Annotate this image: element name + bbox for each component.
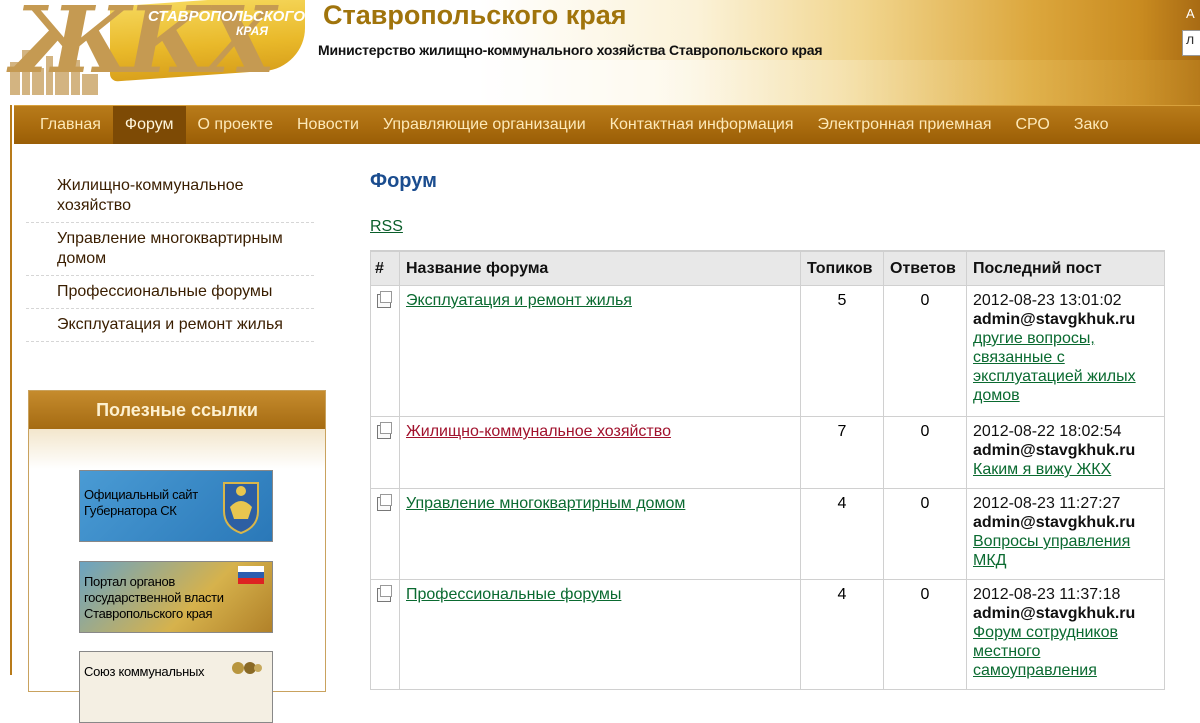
- forum-page-icon: [377, 585, 392, 602]
- last-post-topic-link[interactable]: Форум сотрудников местного самоуправлени…: [973, 623, 1158, 680]
- table-header-row: # Название форума Топиков Ответов Послед…: [370, 250, 1165, 286]
- site-header: ЖКХ СТАВРОПОЛЬСКОГО КРАЯ Ставропольского…: [0, 0, 1200, 105]
- forum-link[interactable]: Профессиональные форумы: [406, 586, 621, 603]
- last-post-author: admin@stavgkhuk.ru: [973, 514, 1136, 531]
- column-header-number: #: [370, 250, 400, 286]
- nav-item-sro[interactable]: СРО: [1004, 106, 1062, 144]
- banner-label: Официальный сайт Губернатора СК: [84, 487, 198, 518]
- last-post-cell: 2012-08-22 18:02:54 admin@stavgkhuk.ru К…: [966, 416, 1165, 489]
- forum-link[interactable]: Жилищно-коммунальное хозяйство: [406, 423, 671, 440]
- nav-item-e-reception[interactable]: Электронная приемная: [806, 106, 1004, 144]
- forum-name-cell: Управление многоквартирным домом: [399, 488, 801, 580]
- last-post-author: admin@stavgkhuk.ru: [973, 442, 1136, 459]
- column-header-topics: Топиков: [800, 250, 884, 286]
- communal-union-banner[interactable]: Союз коммунальных: [79, 651, 273, 723]
- nav-item-contacts[interactable]: Контактная информация: [598, 106, 806, 144]
- last-post-date: 2012-08-22 18:02:54: [973, 423, 1122, 440]
- main-nav: Главная Форум О проекте Новости Управляю…: [14, 105, 1200, 144]
- table-row: Управление многоквартирным домом 4 0 201…: [370, 488, 1165, 580]
- last-post-author: admin@stavgkhuk.ru: [973, 311, 1136, 328]
- union-logo-icon: [232, 662, 262, 674]
- page-title: Форум: [370, 170, 437, 192]
- site-subtitle: Министерство жилищно-коммунального хозяй…: [318, 42, 823, 58]
- corner-label: А: [1186, 6, 1195, 21]
- useful-links-box: Полезные ссылки Официальный сайт Губерна…: [28, 390, 326, 723]
- topics-count: 4: [800, 488, 884, 580]
- sidebar-item-professional-forums[interactable]: Профессиональные форумы: [26, 276, 314, 309]
- forum-link[interactable]: Управление многоквартирным домом: [406, 495, 685, 512]
- nav-item-management-companies[interactable]: Управляющие организации: [371, 106, 598, 144]
- useful-links-title: Полезные ссылки: [29, 391, 325, 429]
- column-header-forum-name: Название форума: [399, 250, 801, 286]
- last-post-topic-link[interactable]: Вопросы управления МКД: [973, 532, 1158, 570]
- nav-item-laws[interactable]: Зако: [1062, 106, 1121, 144]
- row-icon-cell: [370, 488, 400, 580]
- login-input[interactable]: л: [1182, 30, 1200, 56]
- row-icon-cell: [370, 579, 400, 690]
- sidebar-item-maintenance[interactable]: Эксплуатация и ремонт жилья: [26, 309, 314, 342]
- nav-item-forum[interactable]: Форум: [112, 106, 186, 144]
- table-row: Эксплуатация и ремонт жилья 5 0 2012-08-…: [370, 285, 1165, 417]
- last-post-date: 2012-08-23 13:01:02: [973, 292, 1122, 309]
- row-icon-cell: [370, 416, 400, 489]
- forum-link[interactable]: Эксплуатация и ремонт жилья: [406, 292, 632, 309]
- column-header-replies: Ответов: [883, 250, 967, 286]
- topics-count: 5: [800, 285, 884, 417]
- forum-name-cell: Профессиональные форумы: [399, 579, 801, 690]
- table-row: Профессиональные форумы 4 0 2012-08-23 1…: [370, 579, 1165, 690]
- last-post-cell: 2012-08-23 13:01:02 admin@stavgkhuk.ru д…: [966, 285, 1165, 417]
- nav-item-about[interactable]: О проекте: [186, 106, 285, 144]
- last-post-date: 2012-08-23 11:37:18: [973, 586, 1121, 603]
- logo-region-line: СТАВРОПОЛЬСКОГО: [148, 8, 306, 25]
- last-post-date: 2012-08-23 11:27:27: [973, 495, 1121, 512]
- sidebar-menu: Жилищно-коммунальное хозяйство Управлени…: [26, 170, 314, 342]
- site-title: Ставропольского края: [323, 0, 627, 30]
- column-header-last-post: Последний пост: [966, 250, 1165, 286]
- forum-page-icon: [377, 494, 392, 511]
- forum-page-icon: [377, 291, 392, 308]
- replies-count: 0: [883, 488, 967, 580]
- forum-table: # Название форума Топиков Ответов Послед…: [370, 250, 1165, 690]
- forum-name-cell: Жилищно-коммунальное хозяйство: [399, 416, 801, 489]
- sidebar-item-building-management[interactable]: Управление многоквартирным домом: [26, 223, 314, 276]
- banner-label: Портал органов государственной власти Ст…: [84, 574, 224, 621]
- forum-name-cell: Эксплуатация и ремонт жилья: [399, 285, 801, 417]
- last-post-author: admin@stavgkhuk.ru: [973, 605, 1136, 622]
- last-post-cell: 2012-08-23 11:27:27 admin@stavgkhuk.ru В…: [966, 488, 1165, 580]
- row-icon-cell: [370, 285, 400, 417]
- sidebar-item-housing[interactable]: Жилищно-коммунальное хозяйство: [26, 170, 314, 223]
- logo-region-line2: КРАЯ: [236, 24, 269, 38]
- last-post-topic-link[interactable]: другие вопросы, связанные с эксплуатацие…: [973, 329, 1158, 405]
- table-row: Жилищно-коммунальное хозяйство 7 0 2012-…: [370, 416, 1165, 489]
- nav-item-home[interactable]: Главная: [14, 106, 113, 144]
- government-portal-banner[interactable]: Портал органов государственной власти Ст…: [79, 561, 273, 633]
- useful-links-shade: [29, 429, 325, 469]
- page-left-border: [10, 105, 12, 675]
- flag-icon: [238, 566, 264, 584]
- last-post-topic-link[interactable]: Каким я вижу ЖКХ: [973, 460, 1158, 479]
- replies-count: 0: [883, 285, 967, 417]
- nav-item-news[interactable]: Новости: [285, 106, 371, 144]
- banner-label: Союз коммунальных: [84, 664, 205, 679]
- forum-page-icon: [377, 422, 392, 439]
- site-logo[interactable]: ЖКХ СТАВРОПОЛЬСКОГО КРАЯ: [0, 0, 310, 100]
- rss-link[interactable]: RSS: [370, 218, 403, 236]
- last-post-cell: 2012-08-23 11:37:18 admin@stavgkhuk.ru Ф…: [966, 579, 1165, 690]
- topics-count: 4: [800, 579, 884, 690]
- replies-count: 0: [883, 579, 967, 690]
- coat-of-arms-icon: [223, 482, 259, 535]
- topics-count: 7: [800, 416, 884, 489]
- governor-site-banner[interactable]: Официальный сайт Губернатора СК: [79, 470, 273, 542]
- replies-count: 0: [883, 416, 967, 489]
